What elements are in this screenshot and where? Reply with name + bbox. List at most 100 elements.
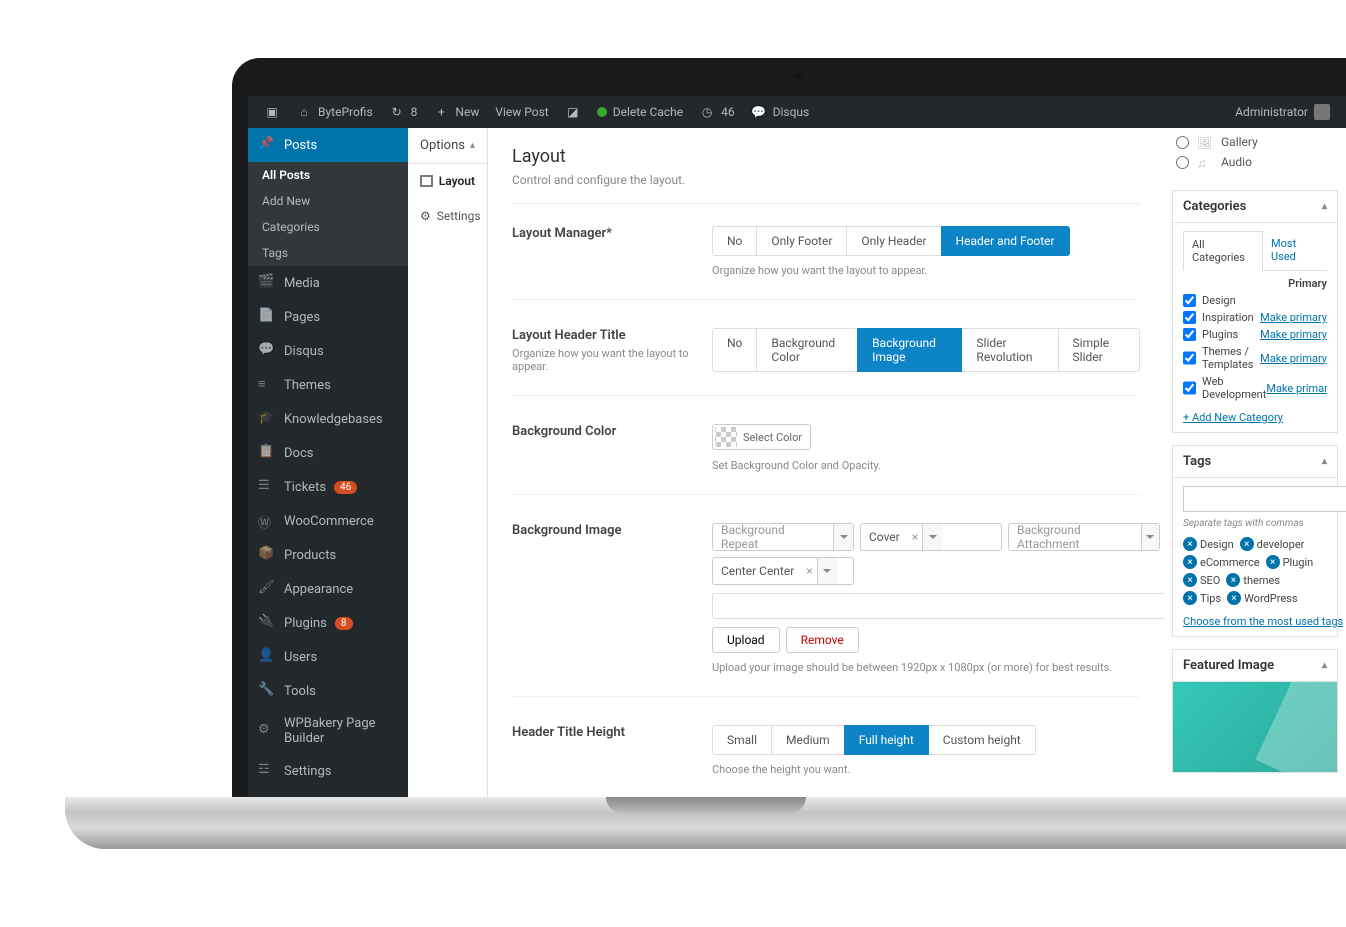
audio-icon: ♫: [1197, 156, 1213, 168]
hint-f3: Set Background Color and Opacity.: [712, 459, 1140, 472]
bg-f1-opt-2[interactable]: Only Header: [846, 226, 941, 256]
perf-link[interactable]: ◷46: [691, 96, 743, 128]
tag-remove-icon[interactable]: ×: [1266, 555, 1280, 569]
bg-f2-opt-4[interactable]: Simple Slider: [1058, 328, 1140, 372]
bg-image-url-input[interactable]: [712, 593, 1164, 619]
select-bg-pos[interactable]: Center Center×: [712, 557, 854, 585]
menu-appearance[interactable]: 🖌Appearance: [248, 572, 408, 606]
tag-input[interactable]: [1183, 486, 1346, 512]
clear-icon[interactable]: ×: [802, 564, 816, 578]
cat-checkbox[interactable]: [1183, 375, 1196, 401]
submenu-add-new[interactable]: Add New: [248, 188, 408, 214]
updates-link[interactable]: ↻8: [381, 96, 426, 128]
submenu-categories[interactable]: Categories: [248, 214, 408, 240]
bg-f1-opt-1[interactable]: Only Footer: [756, 226, 847, 256]
label-bg-color: Background Color: [512, 424, 712, 439]
submenu-tags[interactable]: Tags: [248, 240, 408, 266]
menu-tickets[interactable]: ☰Tickets46: [248, 470, 408, 504]
new-link[interactable]: +New: [425, 96, 487, 128]
clear-icon[interactable]: ×: [908, 530, 922, 544]
tags-head[interactable]: Tags▴: [1173, 446, 1337, 478]
viewpost-link[interactable]: View Post: [487, 96, 556, 128]
yoast-link[interactable]: ◪: [557, 96, 589, 128]
tab-all-categories[interactable]: All Categories: [1183, 231, 1263, 271]
list-icon: ☰: [258, 478, 276, 496]
collapse-icon: ▴: [470, 140, 475, 151]
user-link[interactable]: Administrator: [1227, 96, 1338, 128]
tag-remove-icon[interactable]: ×: [1183, 591, 1197, 605]
section-desc: Control and configure the layout.: [512, 173, 1140, 204]
page-icon: 📄: [258, 308, 276, 326]
tab-settings[interactable]: ⚙Settings: [408, 198, 487, 234]
laptop-camera: [794, 72, 802, 80]
bg-f5-opt-1[interactable]: Medium: [771, 725, 845, 755]
cache-link[interactable]: Delete Cache: [589, 96, 691, 128]
box-icon: 📦: [258, 546, 276, 564]
menu-woocommerce[interactable]: ⓌWooCommerce: [248, 504, 408, 538]
tag-remove-icon[interactable]: ×: [1183, 573, 1197, 587]
media-icon: 🎬: [258, 274, 276, 292]
make-primary-link[interactable]: Make primary: [1266, 382, 1327, 395]
label-bg-image: Background Image: [512, 523, 712, 538]
menu-wpbakery-page-builder[interactable]: ⚙WPBakery Page Builder: [248, 708, 408, 754]
hint-f5: Choose the height you want.: [712, 763, 1140, 776]
bg-f1-opt-0[interactable]: No: [712, 226, 757, 256]
remove-button[interactable]: Remove: [786, 627, 859, 653]
menu-pages[interactable]: 📄Pages: [248, 300, 408, 334]
cat-checkbox[interactable]: [1183, 345, 1196, 371]
menu-settings[interactable]: ☲Settings: [248, 754, 408, 788]
color-picker[interactable]: Select Color: [712, 424, 811, 450]
wp-logo[interactable]: ▣: [256, 96, 288, 128]
featured-image[interactable]: [1173, 682, 1337, 772]
bg-f5-opt-2[interactable]: Full height: [844, 725, 929, 755]
cat-checkbox[interactable]: [1183, 311, 1196, 324]
select-bg-repeat[interactable]: Background Repeat: [712, 523, 854, 551]
tag-remove-icon[interactable]: ×: [1240, 537, 1254, 551]
categories-head[interactable]: Categories▴: [1173, 191, 1337, 223]
upload-button[interactable]: Upload: [712, 627, 780, 653]
refresh-icon: ↻: [389, 104, 405, 120]
tab-layout[interactable]: Layout: [408, 164, 487, 198]
collapse-icon: ▴: [1322, 456, 1327, 467]
menu-plugins[interactable]: 🔌Plugins8: [248, 606, 408, 640]
menu-media[interactable]: 🎬Media: [248, 266, 408, 300]
bg-f5-opt-0[interactable]: Small: [712, 725, 772, 755]
menu-posts[interactable]: 📌Posts: [248, 128, 408, 162]
site-link[interactable]: ⌂ByteProfis: [288, 96, 381, 128]
disqus-link[interactable]: 💬Disqus: [743, 96, 818, 128]
cat-checkbox[interactable]: [1183, 328, 1196, 341]
tab-most-used[interactable]: Most Used: [1263, 231, 1327, 270]
submenu-all-posts[interactable]: All Posts: [248, 162, 408, 188]
bg-f5-opt-3[interactable]: Custom height: [928, 725, 1036, 755]
options-head[interactable]: Options▴: [408, 128, 487, 164]
make-primary-link[interactable]: Make primary: [1260, 328, 1327, 341]
menu-docs[interactable]: 📋Docs: [248, 436, 408, 470]
cat-checkbox[interactable]: [1183, 294, 1196, 307]
tag-remove-icon[interactable]: ×: [1183, 555, 1197, 569]
tag-remove-icon[interactable]: ×: [1226, 573, 1240, 587]
select-bg-size[interactable]: Cover×: [860, 523, 1002, 551]
menu-disqus[interactable]: 💬Disqus: [248, 334, 408, 368]
tag-remove-icon[interactable]: ×: [1227, 591, 1241, 605]
make-primary-link[interactable]: Make primary: [1260, 352, 1327, 365]
bg-f1-opt-3[interactable]: Header and Footer: [941, 226, 1070, 256]
menu-tools[interactable]: 🔧Tools: [248, 674, 408, 708]
menu-knowledgebases[interactable]: 🎓Knowledgebases: [248, 402, 408, 436]
select-bg-attach[interactable]: Background Attachment: [1008, 523, 1160, 551]
make-primary-link[interactable]: Make primary: [1260, 311, 1327, 324]
featured-image-head[interactable]: Featured Image▴: [1173, 650, 1337, 682]
add-category-link[interactable]: + Add New Category: [1183, 411, 1283, 424]
menu-seo[interactable]: ⓨSEO3: [248, 788, 408, 797]
badge: 46: [334, 481, 357, 494]
tag-remove-icon[interactable]: ×: [1183, 537, 1197, 551]
bg-f2-opt-2[interactable]: Background Image: [857, 328, 962, 372]
format-gallery[interactable]: 🖼Gallery: [1176, 132, 1338, 152]
choose-tags-link[interactable]: Choose from the most used tags: [1183, 615, 1327, 628]
menu-themes[interactable]: ≡Themes: [248, 368, 408, 402]
menu-users[interactable]: 👤Users: [248, 640, 408, 674]
bg-f2-opt-1[interactable]: Background Color: [756, 328, 858, 372]
bg-f2-opt-3[interactable]: Slider Revolution: [961, 328, 1058, 372]
menu-products[interactable]: 📦Products: [248, 538, 408, 572]
bg-f2-opt-0[interactable]: No: [712, 328, 757, 372]
format-audio[interactable]: ♫Audio: [1176, 152, 1338, 172]
